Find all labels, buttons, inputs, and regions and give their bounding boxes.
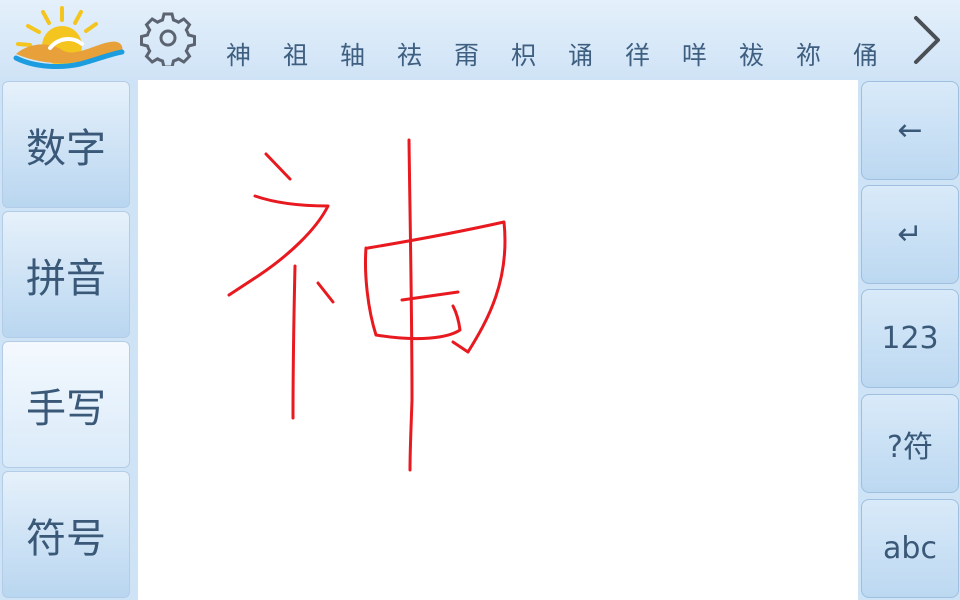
candidate-bar: 神 祖 轴 祛 甭 枳 诵 徉 咩 祓 祢 俑: [210, 36, 900, 76]
candidate-char[interactable]: 俑: [837, 36, 894, 76]
candidate-char[interactable]: 祓: [723, 36, 780, 76]
candidate-char[interactable]: 诵: [552, 36, 609, 76]
candidate-char[interactable]: 甭: [438, 36, 495, 76]
mode-number-button[interactable]: 数字: [2, 81, 130, 208]
ink-stroke: [291, 264, 297, 420]
ink-stroke: [366, 220, 507, 354]
handwriting-strokes: [227, 138, 507, 472]
candidate-char[interactable]: 祢: [780, 36, 837, 76]
function-key-panel: ← ↵ 123 ?符 abc: [860, 80, 960, 600]
numbers-key[interactable]: 123: [861, 289, 959, 388]
candidate-char[interactable]: 神: [210, 36, 267, 76]
chevron-right-icon[interactable]: [904, 6, 950, 72]
candidate-char[interactable]: 枳: [495, 36, 552, 76]
candidate-char[interactable]: 祛: [381, 36, 438, 76]
top-bar: 神 祖 轴 祛 甭 枳 诵 徉 咩 祓 祢 俑: [0, 0, 960, 80]
ink-stroke: [316, 281, 335, 304]
enter-key[interactable]: ↵: [861, 185, 959, 284]
handwriting-canvas[interactable]: [138, 80, 858, 600]
symbols-key[interactable]: ?符: [861, 394, 959, 493]
letters-key[interactable]: abc: [861, 499, 959, 598]
candidate-char[interactable]: 轴: [324, 36, 381, 76]
mode-handwriting-button[interactable]: 手写: [2, 341, 130, 468]
gear-icon[interactable]: [140, 10, 196, 66]
ink-stroke: [264, 152, 292, 181]
sun-cloud-logo: [13, 6, 125, 69]
ink-stroke: [407, 138, 414, 472]
candidate-char[interactable]: 祖: [267, 36, 324, 76]
mode-pinyin-button[interactable]: 拼音: [2, 211, 130, 338]
candidate-char[interactable]: 徉: [609, 36, 666, 76]
input-mode-panel: 数字 拼音 手写 符号: [0, 80, 132, 600]
mode-symbol-button[interactable]: 符号: [2, 471, 130, 598]
candidate-char[interactable]: 咩: [666, 36, 723, 76]
ink-stroke: [227, 194, 330, 297]
backspace-key[interactable]: ←: [861, 81, 959, 180]
